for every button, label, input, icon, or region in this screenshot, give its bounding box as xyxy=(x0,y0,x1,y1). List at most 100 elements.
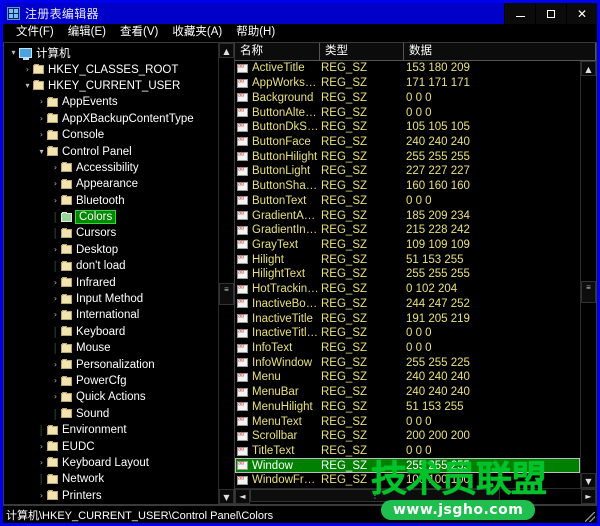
list-scroll-right-icon[interactable]: ► xyxy=(581,489,596,504)
tree-item[interactable]: › EUDC xyxy=(4,438,218,454)
table-row[interactable]: GrayText REG_SZ 109 109 109 xyxy=(235,238,580,253)
list-horizontal-scrollbar[interactable]: ◄ ⋮ ► xyxy=(235,488,596,504)
tree-item[interactable]: │ Keyboard xyxy=(4,324,218,340)
table-row[interactable]: GradientActive...REG_SZ 185 209 234 xyxy=(235,208,580,223)
chevron-right-icon[interactable]: › xyxy=(50,275,61,291)
tree-scroll-up-icon[interactable]: ▲ xyxy=(219,43,234,58)
table-row[interactable]: HotTrackingC...REG_SZ 0 102 204 xyxy=(235,282,580,297)
chevron-right-icon[interactable]: › xyxy=(36,94,47,110)
chevron-down-icon[interactable]: ▾ xyxy=(36,144,47,160)
chevron-right-icon[interactable]: › xyxy=(50,176,61,192)
resize-grip[interactable] xyxy=(585,512,595,522)
table-row[interactable]: ButtonDkShad...REG_SZ 105 105 105 xyxy=(235,120,580,135)
menu-view[interactable]: 查看(V) xyxy=(113,24,165,41)
column-header-type[interactable]: 类型 xyxy=(320,43,404,60)
tree-item[interactable]: › Personalization xyxy=(4,356,218,372)
tree-item[interactable]: │ don't load xyxy=(4,258,218,274)
tree-connector-icon[interactable]: │ xyxy=(50,340,61,356)
list-scroll-left-icon[interactable]: ◄ xyxy=(235,489,250,504)
tree-item[interactable]: ▾ 计算机 xyxy=(4,45,218,61)
chevron-right-icon[interactable]: › xyxy=(36,488,47,504)
list-hscroll-thumb[interactable]: ⋮ xyxy=(250,489,500,502)
chevron-right-icon[interactable]: › xyxy=(36,127,47,143)
tree-scroll-thumb[interactable]: ≡ xyxy=(219,283,234,305)
table-row[interactable]: ButtonText REG_SZ 0 0 0 xyxy=(235,193,580,208)
list-scroll-down-icon[interactable]: ▼ xyxy=(581,473,596,488)
chevron-right-icon[interactable]: › xyxy=(36,455,47,471)
table-row[interactable]: MenuText REG_SZ 0 0 0 xyxy=(235,414,580,429)
tree-item[interactable]: › Keyboard Layout xyxy=(4,455,218,471)
table-row[interactable]: InactiveBorderREG_SZ 244 247 252 xyxy=(235,297,580,312)
menu-help[interactable]: 帮助(H) xyxy=(229,24,282,41)
table-row[interactable]: Scrollbar REG_SZ 200 200 200 xyxy=(235,429,580,444)
table-row[interactable]: ActiveTitle REG_SZ 153 180 209 xyxy=(235,61,580,76)
table-row[interactable]: Hilight REG_SZ 51 153 255 xyxy=(235,252,580,267)
tree-item[interactable]: ▾ Control Panel xyxy=(4,143,218,159)
menu-file[interactable]: 文件(F) xyxy=(9,24,61,41)
tree-scroll-down-icon[interactable]: ▼ xyxy=(219,489,234,504)
table-row[interactable]: ButtonHilightREG_SZ 255 255 255 xyxy=(235,149,580,164)
maximize-button[interactable] xyxy=(535,3,566,24)
tree-item[interactable]: │ Sound xyxy=(4,406,218,422)
tree-item[interactable]: › Infrared xyxy=(4,274,218,290)
table-row[interactable]: InfoText REG_SZ 0 0 0 xyxy=(235,341,580,356)
tree-item[interactable]: │ Colors xyxy=(4,209,218,225)
table-row[interactable]: Menu REG_SZ 240 240 240 xyxy=(235,370,580,385)
column-header-data[interactable]: 数据 xyxy=(404,43,596,60)
list-vertical-scrollbar[interactable]: ▲ ≡ ▼ xyxy=(580,61,596,488)
table-row[interactable]: InfoWindow REG_SZ 255 255 225 xyxy=(235,355,580,370)
tree-connector-icon[interactable]: │ xyxy=(36,471,47,487)
tree-item[interactable]: › Input Method xyxy=(4,291,218,307)
tree-item[interactable]: › HKEY_CLASSES_ROOT xyxy=(4,61,218,77)
chevron-down-icon[interactable]: ▾ xyxy=(22,78,33,94)
tree-vertical-scrollbar[interactable]: ▲ ≡ ▼ xyxy=(218,43,234,504)
chevron-down-icon[interactable]: ▾ xyxy=(8,45,19,61)
chevron-right-icon[interactable]: › xyxy=(50,389,61,405)
table-row[interactable]: InactiveTitle REG_SZ 191 205 219 xyxy=(235,311,580,326)
table-row[interactable]: HilightText REG_SZ 255 255 255 xyxy=(235,267,580,282)
chevron-right-icon[interactable]: › xyxy=(36,439,47,455)
table-row[interactable]: MenuHilight REG_SZ 51 153 255 xyxy=(235,400,580,415)
tree-item[interactable]: › PowerCfg xyxy=(4,373,218,389)
table-row[interactable]: InactiveTitleTextREG_SZ 0 0 0 xyxy=(235,326,580,341)
tree-scroll-track[interactable]: ≡ xyxy=(219,58,234,489)
tree-connector-icon[interactable]: │ xyxy=(36,422,47,438)
table-row[interactable]: ButtonLight REG_SZ 227 227 227 xyxy=(235,164,580,179)
column-header-name[interactable]: 名称 xyxy=(235,43,320,60)
tree-item[interactable]: ▾ HKEY_CURRENT_USER xyxy=(4,78,218,94)
chevron-right-icon[interactable]: › xyxy=(50,291,61,307)
tree-item[interactable]: │ Cursors xyxy=(4,225,218,241)
tree-item[interactable]: │ Mouse xyxy=(4,340,218,356)
tree-item[interactable]: │ Network xyxy=(4,471,218,487)
tree-connector-icon[interactable]: │ xyxy=(50,258,61,274)
list-scroll-up-icon[interactable]: ▲ xyxy=(581,61,596,76)
tree-item[interactable]: › Appearance xyxy=(4,176,218,192)
chevron-right-icon[interactable]: › xyxy=(50,357,61,373)
table-row[interactable]: ButtonShadowREG_SZ 160 160 160 xyxy=(235,179,580,194)
tree-item[interactable]: › Printers xyxy=(4,488,218,504)
chevron-right-icon[interactable]: › xyxy=(22,62,33,78)
list-scroll-thumb[interactable]: ≡ xyxy=(581,281,596,303)
list-hscroll-track[interactable]: ⋮ xyxy=(250,489,581,504)
minimize-button[interactable] xyxy=(504,3,535,24)
chevron-right-icon[interactable]: › xyxy=(50,160,61,176)
menu-favorites[interactable]: 收藏夹(A) xyxy=(165,24,229,41)
table-row[interactable]: WindowFrameREG_SZ 100 100 100 xyxy=(235,473,580,488)
tree-item[interactable]: │ Environment xyxy=(4,422,218,438)
table-row[interactable]: MenuBar REG_SZ 240 240 240 xyxy=(235,385,580,400)
list-scroll-track[interactable]: ≡ xyxy=(581,76,596,473)
tree-item[interactable]: › AppXBackupContentType xyxy=(4,111,218,127)
menu-edit[interactable]: 编辑(E) xyxy=(61,24,113,41)
close-button[interactable]: ✕ xyxy=(566,3,597,24)
tree-connector-icon[interactable]: │ xyxy=(50,324,61,340)
tree-item[interactable]: › Console xyxy=(4,127,218,143)
registry-tree[interactable]: ▾ 计算机 › HKEY_CLASSES_ROOT ▾ HKEY_CURRENT_USER… xyxy=(4,43,218,504)
tree-item[interactable]: › Quick Actions xyxy=(4,389,218,405)
chevron-right-icon[interactable]: › xyxy=(50,373,61,389)
chevron-right-icon[interactable]: › xyxy=(50,193,61,209)
registry-values-list[interactable]: ActiveTitleREG_SZ153 180 209AppWorkspace… xyxy=(235,61,580,488)
tree-item[interactable]: › Accessibility xyxy=(4,160,218,176)
tree-item[interactable]: › International xyxy=(4,307,218,323)
table-row[interactable]: GradientInacti...REG_SZ 215 228 242 xyxy=(235,223,580,238)
table-row[interactable]: Window REG_SZ 255 255 255 xyxy=(235,458,580,474)
